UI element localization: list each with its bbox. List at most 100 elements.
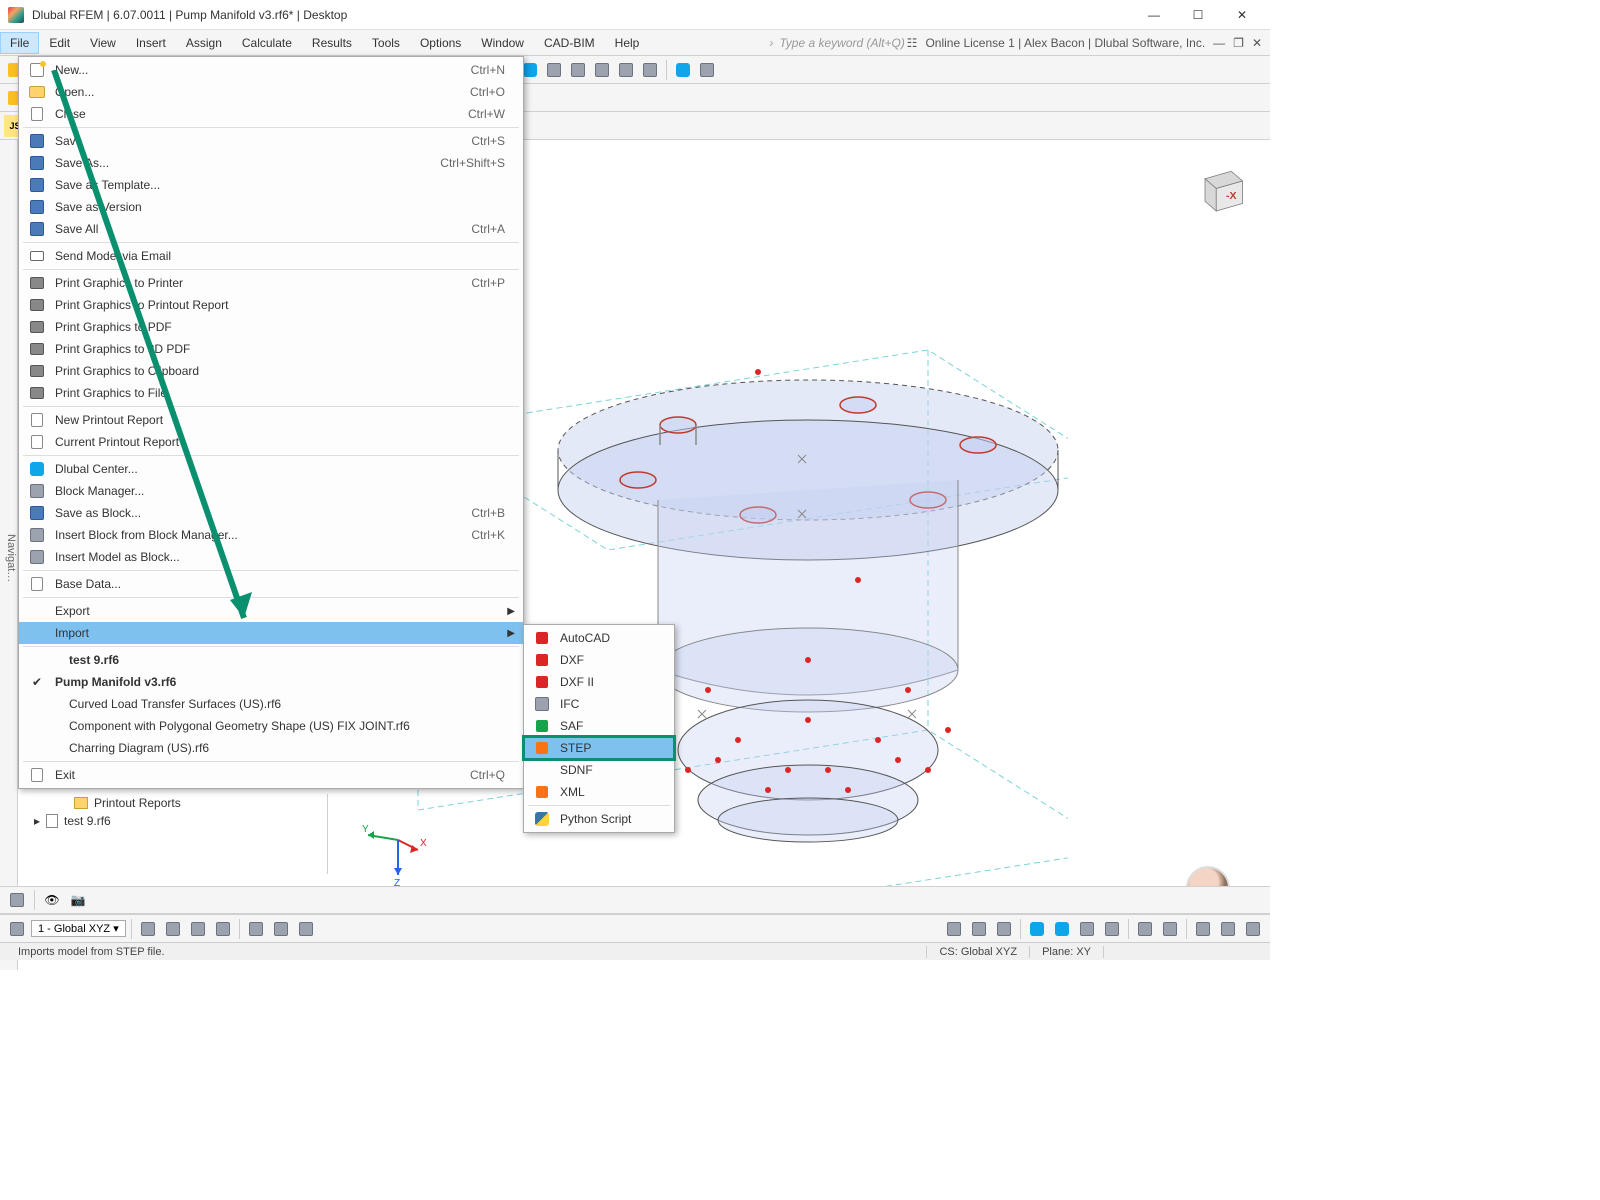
- menu-base-data[interactable]: Base Data...: [19, 573, 523, 595]
- menu-view[interactable]: View: [80, 32, 126, 54]
- expander-icon[interactable]: ▸: [34, 814, 40, 828]
- s2-r4-icon[interactable]: [1026, 918, 1048, 940]
- menu-cadbim[interactable]: CAD-BIM: [534, 32, 605, 54]
- s2-f-icon[interactable]: [270, 918, 292, 940]
- s2-r3-icon[interactable]: [993, 918, 1015, 940]
- menu-save-template[interactable]: Save as Template...: [19, 174, 523, 196]
- tb-misc3-icon[interactable]: [543, 59, 565, 81]
- minimize-button[interactable]: —: [1134, 3, 1174, 27]
- menu-save[interactable]: SaveCtrl+S: [19, 130, 523, 152]
- s2-c-icon[interactable]: [187, 918, 209, 940]
- close-button[interactable]: ✕: [1222, 3, 1262, 27]
- vm-panels-icon[interactable]: [6, 889, 28, 911]
- menu-dlubal-center[interactable]: Dlubal Center...: [19, 458, 523, 480]
- recent-file-5[interactable]: Charring Diagram (US).rf6: [19, 737, 523, 759]
- s2-r2-icon[interactable]: [968, 918, 990, 940]
- status-toolbar: 1 - Global XYZ ▾: [0, 914, 1270, 942]
- menu-print-pdf[interactable]: Print Graphics to PDF: [19, 316, 523, 338]
- import-step[interactable]: STEP: [524, 737, 674, 759]
- menu-calculate[interactable]: Calculate: [232, 32, 302, 54]
- s2-e-icon[interactable]: [245, 918, 267, 940]
- vm-eye-icon[interactable]: 👁: [41, 889, 63, 911]
- menu-insert-model-block[interactable]: Insert Model as Block...: [19, 546, 523, 568]
- menu-open[interactable]: Open...Ctrl+O: [19, 81, 523, 103]
- s2-g-icon[interactable]: [295, 918, 317, 940]
- s2-r5-icon[interactable]: [1051, 918, 1073, 940]
- s2-b-icon[interactable]: [162, 918, 184, 940]
- menu-assign[interactable]: Assign: [176, 32, 232, 54]
- import-dxf2[interactable]: DXF II: [524, 671, 674, 693]
- mdi-minimize-button[interactable]: —: [1213, 36, 1225, 50]
- view-mode-toolbar: 👁 📷: [0, 886, 1270, 914]
- import-sdnf[interactable]: SDNF: [524, 759, 674, 781]
- navigator-tree[interactable]: Printout Reports ▸test 9.rf6: [18, 794, 328, 874]
- menu-window[interactable]: Window: [471, 32, 534, 54]
- tb-misc6-icon[interactable]: [615, 59, 637, 81]
- import-ifc[interactable]: IFC: [524, 693, 674, 715]
- import-python[interactable]: Python Script: [524, 808, 674, 830]
- import-saf[interactable]: SAF: [524, 715, 674, 737]
- menu-insert-block[interactable]: Insert Block from Block Manager...Ctrl+K: [19, 524, 523, 546]
- import-autocad[interactable]: AutoCAD: [524, 627, 674, 649]
- coord-system-select[interactable]: 1 - Global XYZ ▾: [31, 920, 126, 937]
- import-dxf[interactable]: DXF: [524, 649, 674, 671]
- import-submenu: AutoCAD DXF DXF II IFC SAF STEP SDNF XML…: [523, 624, 675, 833]
- maximize-button[interactable]: ☐: [1178, 3, 1218, 27]
- menu-results[interactable]: Results: [302, 32, 362, 54]
- menu-import[interactable]: Import▶: [19, 622, 523, 644]
- tb-misc5-icon[interactable]: [591, 59, 613, 81]
- menu-current-printout[interactable]: Current Printout Report: [19, 431, 523, 453]
- menu-edit[interactable]: Edit: [39, 32, 80, 54]
- menu-file[interactable]: File: [0, 32, 39, 54]
- tb-misc8-icon[interactable]: [672, 59, 694, 81]
- s2-r8-icon[interactable]: [1134, 918, 1156, 940]
- file-icon: [46, 814, 58, 828]
- mdi-restore-button[interactable]: ❐: [1233, 36, 1244, 50]
- view-cube[interactable]: -X: [1190, 160, 1250, 220]
- s2-r11-icon[interactable]: [1217, 918, 1239, 940]
- menu-help[interactable]: Help: [605, 32, 650, 54]
- menu-print-clipboard[interactable]: Print Graphics to Clipboard: [19, 360, 523, 382]
- recent-file-2[interactable]: ✔Pump Manifold v3.rf6: [19, 671, 523, 693]
- menu-print-file[interactable]: Print Graphics to File: [19, 382, 523, 404]
- s2-r7-icon[interactable]: [1101, 918, 1123, 940]
- menu-new-printout[interactable]: New Printout Report: [19, 409, 523, 431]
- menu-block-manager[interactable]: Block Manager...: [19, 480, 523, 502]
- menu-save-block[interactable]: Save as Block...Ctrl+B: [19, 502, 523, 524]
- tb-misc4-icon[interactable]: [567, 59, 589, 81]
- recent-file-1[interactable]: test 9.rf6: [19, 649, 523, 671]
- menu-insert[interactable]: Insert: [126, 32, 176, 54]
- s2-r9-icon[interactable]: [1159, 918, 1181, 940]
- menu-options[interactable]: Options: [410, 32, 471, 54]
- menu-close[interactable]: CloseCtrl+W: [19, 103, 523, 125]
- recent-file-3[interactable]: Curved Load Transfer Surfaces (US).rf6: [19, 693, 523, 715]
- menu-print-3dpdf[interactable]: Print Graphics to 3D PDF: [19, 338, 523, 360]
- menu-save-as[interactable]: Save As...Ctrl+Shift+S: [19, 152, 523, 174]
- tb-misc9-icon[interactable]: [696, 59, 718, 81]
- menu-save-all[interactable]: Save AllCtrl+A: [19, 218, 523, 240]
- menu-send-mail[interactable]: Send Model via Email: [19, 245, 523, 267]
- navigator-tab[interactable]: Navigat…: [0, 140, 18, 970]
- tb-misc7-icon[interactable]: [639, 59, 661, 81]
- menu-print-report[interactable]: Print Graphics to Printout Report: [19, 294, 523, 316]
- s2-d-icon[interactable]: [212, 918, 234, 940]
- mdi-close-button[interactable]: ✕: [1252, 36, 1262, 50]
- menu-export[interactable]: Export▶: [19, 600, 523, 622]
- menu-new[interactable]: New...Ctrl+N: [19, 59, 523, 81]
- s2-r12-icon[interactable]: [1242, 918, 1264, 940]
- tree-printout-reports[interactable]: Printout Reports: [18, 794, 327, 812]
- keyword-search[interactable]: › Type a keyword (Alt+Q): [769, 36, 904, 50]
- s2-r6-icon[interactable]: [1076, 918, 1098, 940]
- s2-a-icon[interactable]: [137, 918, 159, 940]
- recent-file-4[interactable]: Component with Polygonal Geometry Shape …: [19, 715, 523, 737]
- s2-r10-icon[interactable]: [1192, 918, 1214, 940]
- menu-save-version[interactable]: Save as Version: [19, 196, 523, 218]
- s2-r1-icon[interactable]: [943, 918, 965, 940]
- snap-icon[interactable]: [6, 918, 28, 940]
- import-xml[interactable]: XML: [524, 781, 674, 803]
- menu-print-printer[interactable]: Print Graphics to PrinterCtrl+P: [19, 272, 523, 294]
- menu-exit[interactable]: ExitCtrl+Q: [19, 764, 523, 786]
- menu-tools[interactable]: Tools: [362, 32, 410, 54]
- tree-test9[interactable]: ▸test 9.rf6: [18, 812, 327, 830]
- vm-camera-icon[interactable]: 📷: [67, 889, 89, 911]
